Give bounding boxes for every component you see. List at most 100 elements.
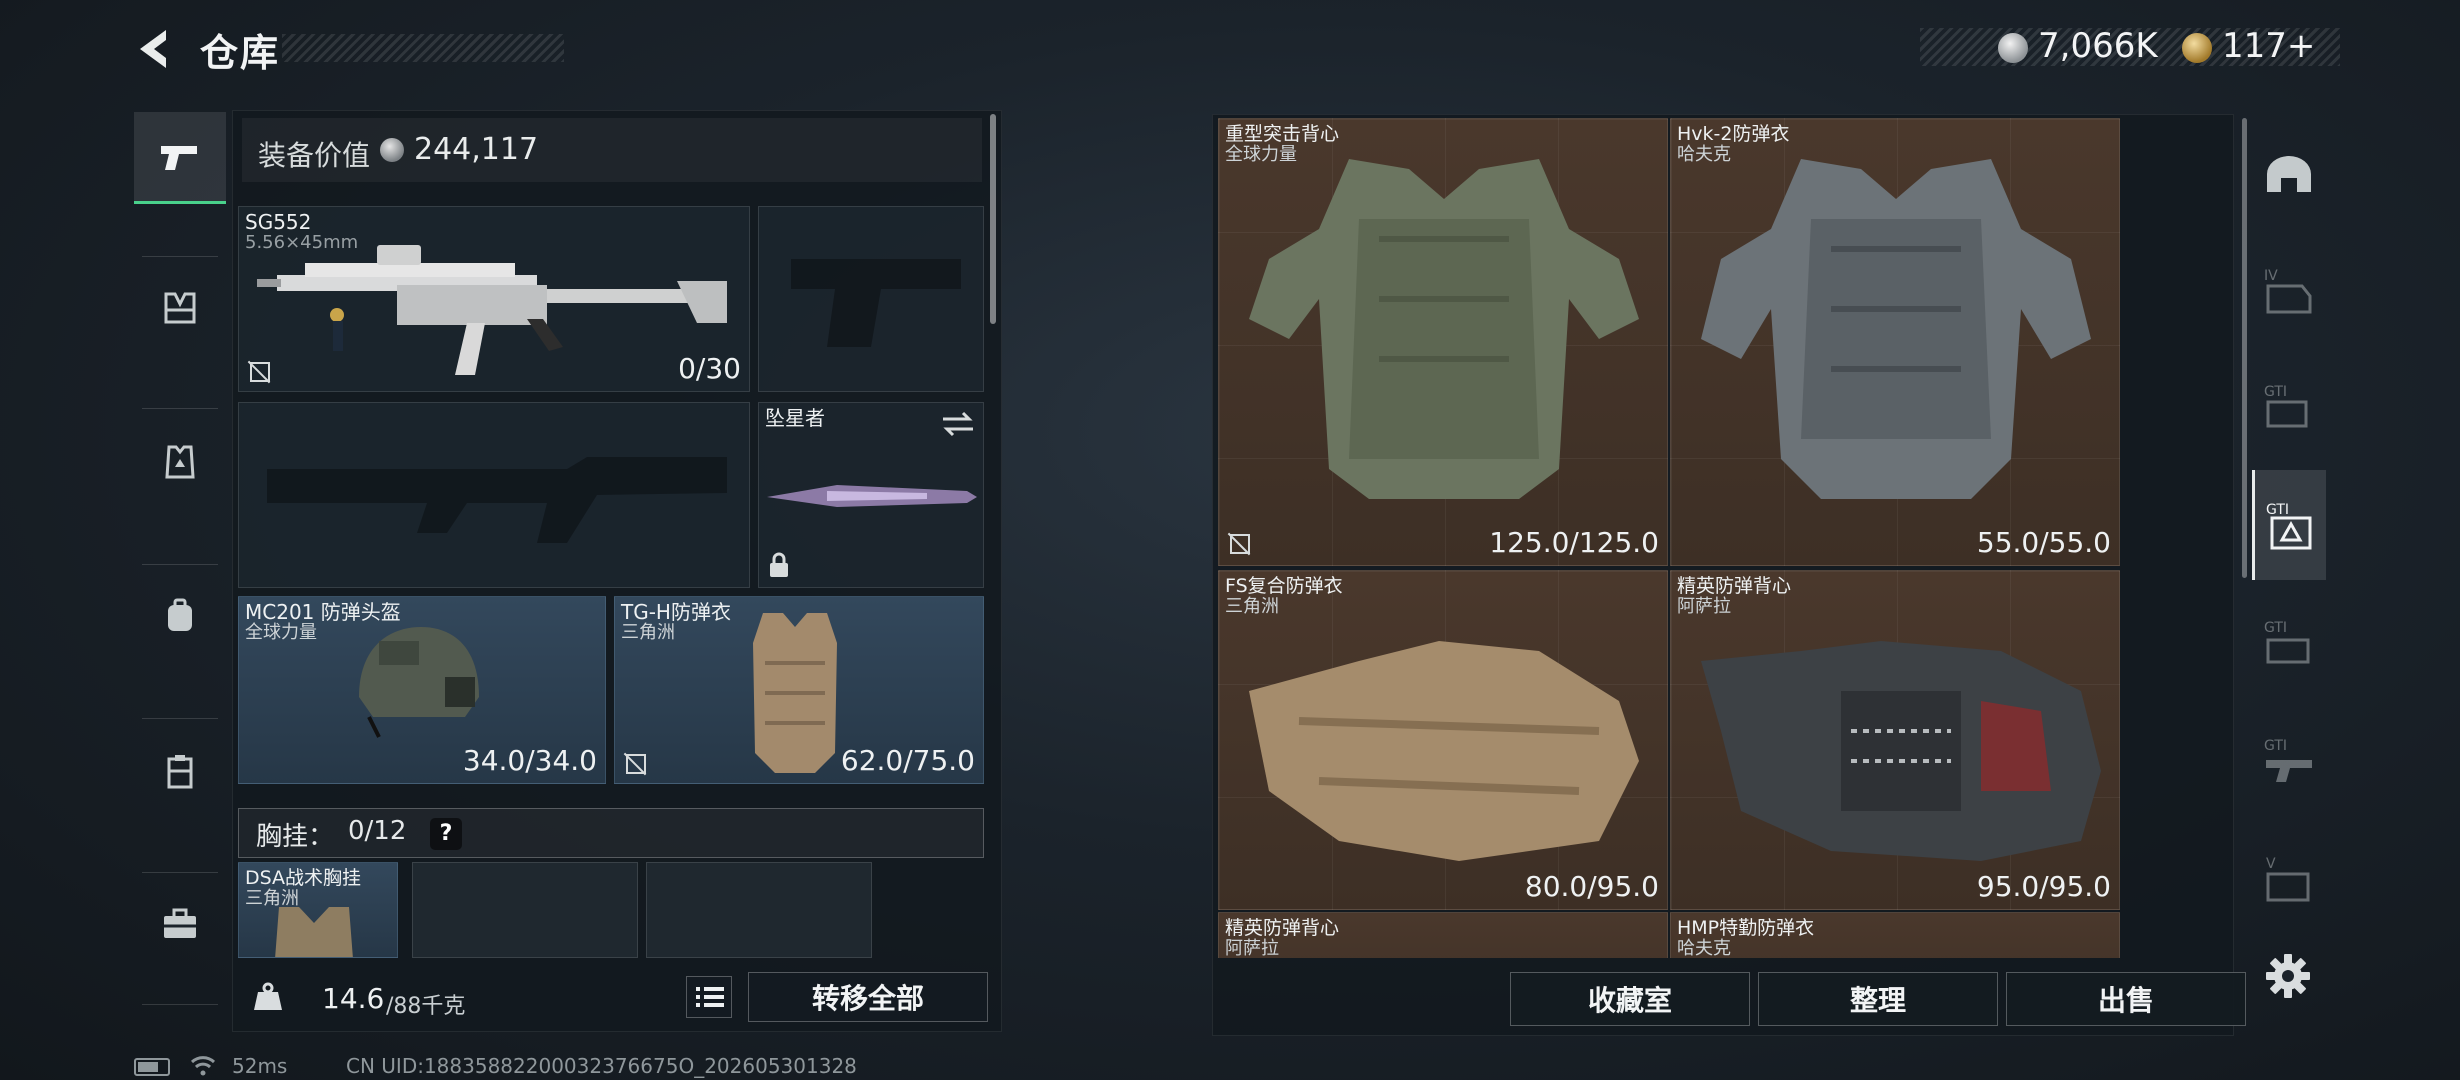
filter-v[interactable]: V — [2252, 824, 2326, 934]
filter-helmet[interactable] — [2252, 120, 2326, 230]
chest-rig-image — [275, 907, 353, 957]
filter-gti-rig[interactable]: GTI — [2252, 588, 2326, 698]
armor-durability: 62.0/75.0 — [840, 744, 975, 777]
storage-item[interactable]: HMP特勤防弹衣 哈夫克 — [1670, 912, 2120, 958]
storage-item[interactable]: Hvk-2防弹衣 哈夫克 55.0/55.0 — [1670, 118, 2120, 566]
elite-vest-image — [1701, 641, 2101, 861]
gold-coin-icon — [2182, 33, 2212, 63]
chest-rig-empty-slot[interactable] — [646, 862, 872, 958]
nav-chest-rig[interactable] — [134, 262, 226, 354]
item-durability: 55.0/55.0 — [1976, 526, 2111, 559]
item-maker: 阿萨拉 — [1225, 938, 1279, 959]
weapon-ammo: 0/30 — [678, 352, 741, 385]
equipment-value-amount: 244,117 — [414, 132, 539, 167]
nav-weapons[interactable] — [134, 112, 226, 204]
lock-icon — [770, 552, 788, 577]
briefcase-icon — [164, 908, 196, 938]
filter-gti-weapon[interactable]: GTI — [2252, 706, 2326, 816]
chest-rig-maker: 三角洲 — [245, 888, 299, 909]
nav-container[interactable] — [134, 726, 226, 818]
no-trade-icon — [1227, 531, 1251, 555]
gold-coin-balance[interactable]: 117+ — [2222, 26, 2315, 66]
primary-weapon-slot[interactable]: SG552 5.56×45mm 0/30 — [238, 206, 750, 392]
svg-text:GTI: GTI — [2264, 620, 2287, 636]
gti-armor-filter-icon: GTI — [2266, 502, 2311, 550]
helmet-filter-icon — [2267, 156, 2311, 192]
container-icon — [167, 755, 193, 789]
backpack-icon — [168, 598, 192, 631]
item-durability: 80.0/95.0 — [1524, 870, 1659, 903]
armor-name: TG-H防弹衣 — [621, 600, 731, 624]
page-title: 仓库 — [200, 31, 281, 75]
transfer-all-button[interactable]: 转移全部 — [748, 972, 988, 1022]
secondary-weapon-slot[interactable] — [758, 206, 984, 392]
item-maker: 哈夫克 — [1677, 938, 1731, 959]
chest-rig-capacity: 0/12 — [348, 816, 407, 846]
storage-item[interactable]: FS复合防弹衣 三角洲 80.0/95.0 — [1218, 570, 1668, 910]
svg-text:GTI: GTI — [2264, 738, 2287, 754]
heavy-vest-image — [1249, 159, 1639, 499]
list-view-button[interactable] — [686, 976, 732, 1018]
melee-slot[interactable]: 坠星者 — [758, 402, 984, 588]
sg552-rifle-image — [257, 245, 727, 375]
wifi-icon — [190, 1056, 216, 1076]
item-name: 精英防弹背心 — [1677, 575, 1792, 597]
v-filter-icon: V — [2266, 856, 2310, 902]
gti-rig-filter-icon: GTI — [2264, 620, 2310, 664]
secondary-primary-weapon-slot[interactable] — [238, 402, 750, 588]
list-icon — [696, 987, 724, 1007]
storage-scrollbar[interactable] — [2242, 118, 2247, 578]
nav-case[interactable] — [134, 878, 226, 970]
help-icon[interactable]: ? — [430, 818, 462, 850]
storage-item[interactable]: 重型突击背心 全球力量 125.0/125.0 — [1218, 118, 1668, 566]
battery-icon — [134, 1058, 170, 1076]
fs-armor-image — [1249, 641, 1639, 861]
helmet-level-filter-icon: IV — [2264, 268, 2312, 314]
body-armor-image — [753, 613, 837, 773]
svg-text:IV: IV — [2264, 268, 2278, 284]
gti-weapon-filter-icon: GTI — [2264, 738, 2312, 782]
storage-grid: 重型突击背心 全球力量 125.0/125.0 Hvk-2防弹衣 哈夫克 55.… — [1218, 118, 2228, 958]
user-uid: CN UID:18835882200032376675O_20260530132… — [346, 1054, 857, 1078]
weight-max: /88千克 — [386, 994, 466, 1019]
nav-backpack[interactable] — [134, 570, 226, 662]
helmet-slot[interactable]: MC201 防弹头盔 全球力量 34.0/34.0 — [238, 596, 606, 784]
weight-icon — [254, 982, 282, 1010]
storage-item[interactable]: 精英防弹背心 阿萨拉 — [1218, 912, 1668, 958]
no-trade-icon — [247, 359, 271, 383]
body-armor-slot[interactable]: TG-H防弹衣 三角洲 62.0/75.0 — [614, 596, 984, 784]
loadout-scrollbar[interactable] — [990, 114, 996, 324]
equipment-value-label: 装备价值 — [258, 139, 371, 172]
silver-coin-balance: 7,066K — [2038, 26, 2158, 66]
item-name: 精英防弹背心 — [1225, 917, 1340, 939]
sort-button[interactable]: 整理 — [1758, 972, 1998, 1026]
settings-gear-icon[interactable] — [2264, 952, 2312, 1000]
helmet-image — [359, 627, 479, 738]
nav-armor[interactable] — [134, 416, 226, 508]
filter-gti-helmet[interactable]: GTI — [2252, 352, 2326, 462]
pistol-icon — [161, 145, 197, 170]
helmet-durability: 34.0/34.0 — [462, 744, 597, 777]
sell-button[interactable]: 出售 — [2006, 972, 2246, 1026]
hvk2-armor-image — [1701, 159, 2091, 499]
silver-coin-icon — [380, 138, 404, 162]
filter-gti-armor[interactable]: GTI — [2252, 470, 2326, 580]
armor-maker: 三角洲 — [621, 622, 675, 643]
swap-icon[interactable] — [941, 411, 975, 437]
item-name: HMP特勤防弹衣 — [1677, 917, 1815, 939]
chest-rig-empty-slot[interactable] — [412, 862, 638, 958]
filter-level-iv[interactable]: IV — [2252, 236, 2326, 346]
armor-icon — [165, 445, 195, 479]
chest-rig-slot[interactable]: DSA战术胸挂 三角洲 — [238, 862, 398, 958]
no-trade-icon — [623, 751, 647, 775]
item-durability: 125.0/125.0 — [1489, 526, 1659, 559]
chest-rig-label: 胸挂： — [256, 822, 335, 852]
storage-item[interactable]: 精英防弹背心 阿萨拉 95.0/95.0 — [1670, 570, 2120, 910]
collection-room-button[interactable]: 收藏室 — [1510, 972, 1750, 1026]
gti-helmet-filter-icon: GTI — [2264, 384, 2308, 428]
svg-text:GTI: GTI — [2264, 384, 2287, 400]
item-durability: 95.0/95.0 — [1976, 870, 2111, 903]
chest-rig-name: DSA战术胸挂 — [245, 867, 362, 889]
svg-text:GTI: GTI — [2266, 502, 2289, 518]
back-arrow-icon[interactable] — [132, 26, 176, 72]
